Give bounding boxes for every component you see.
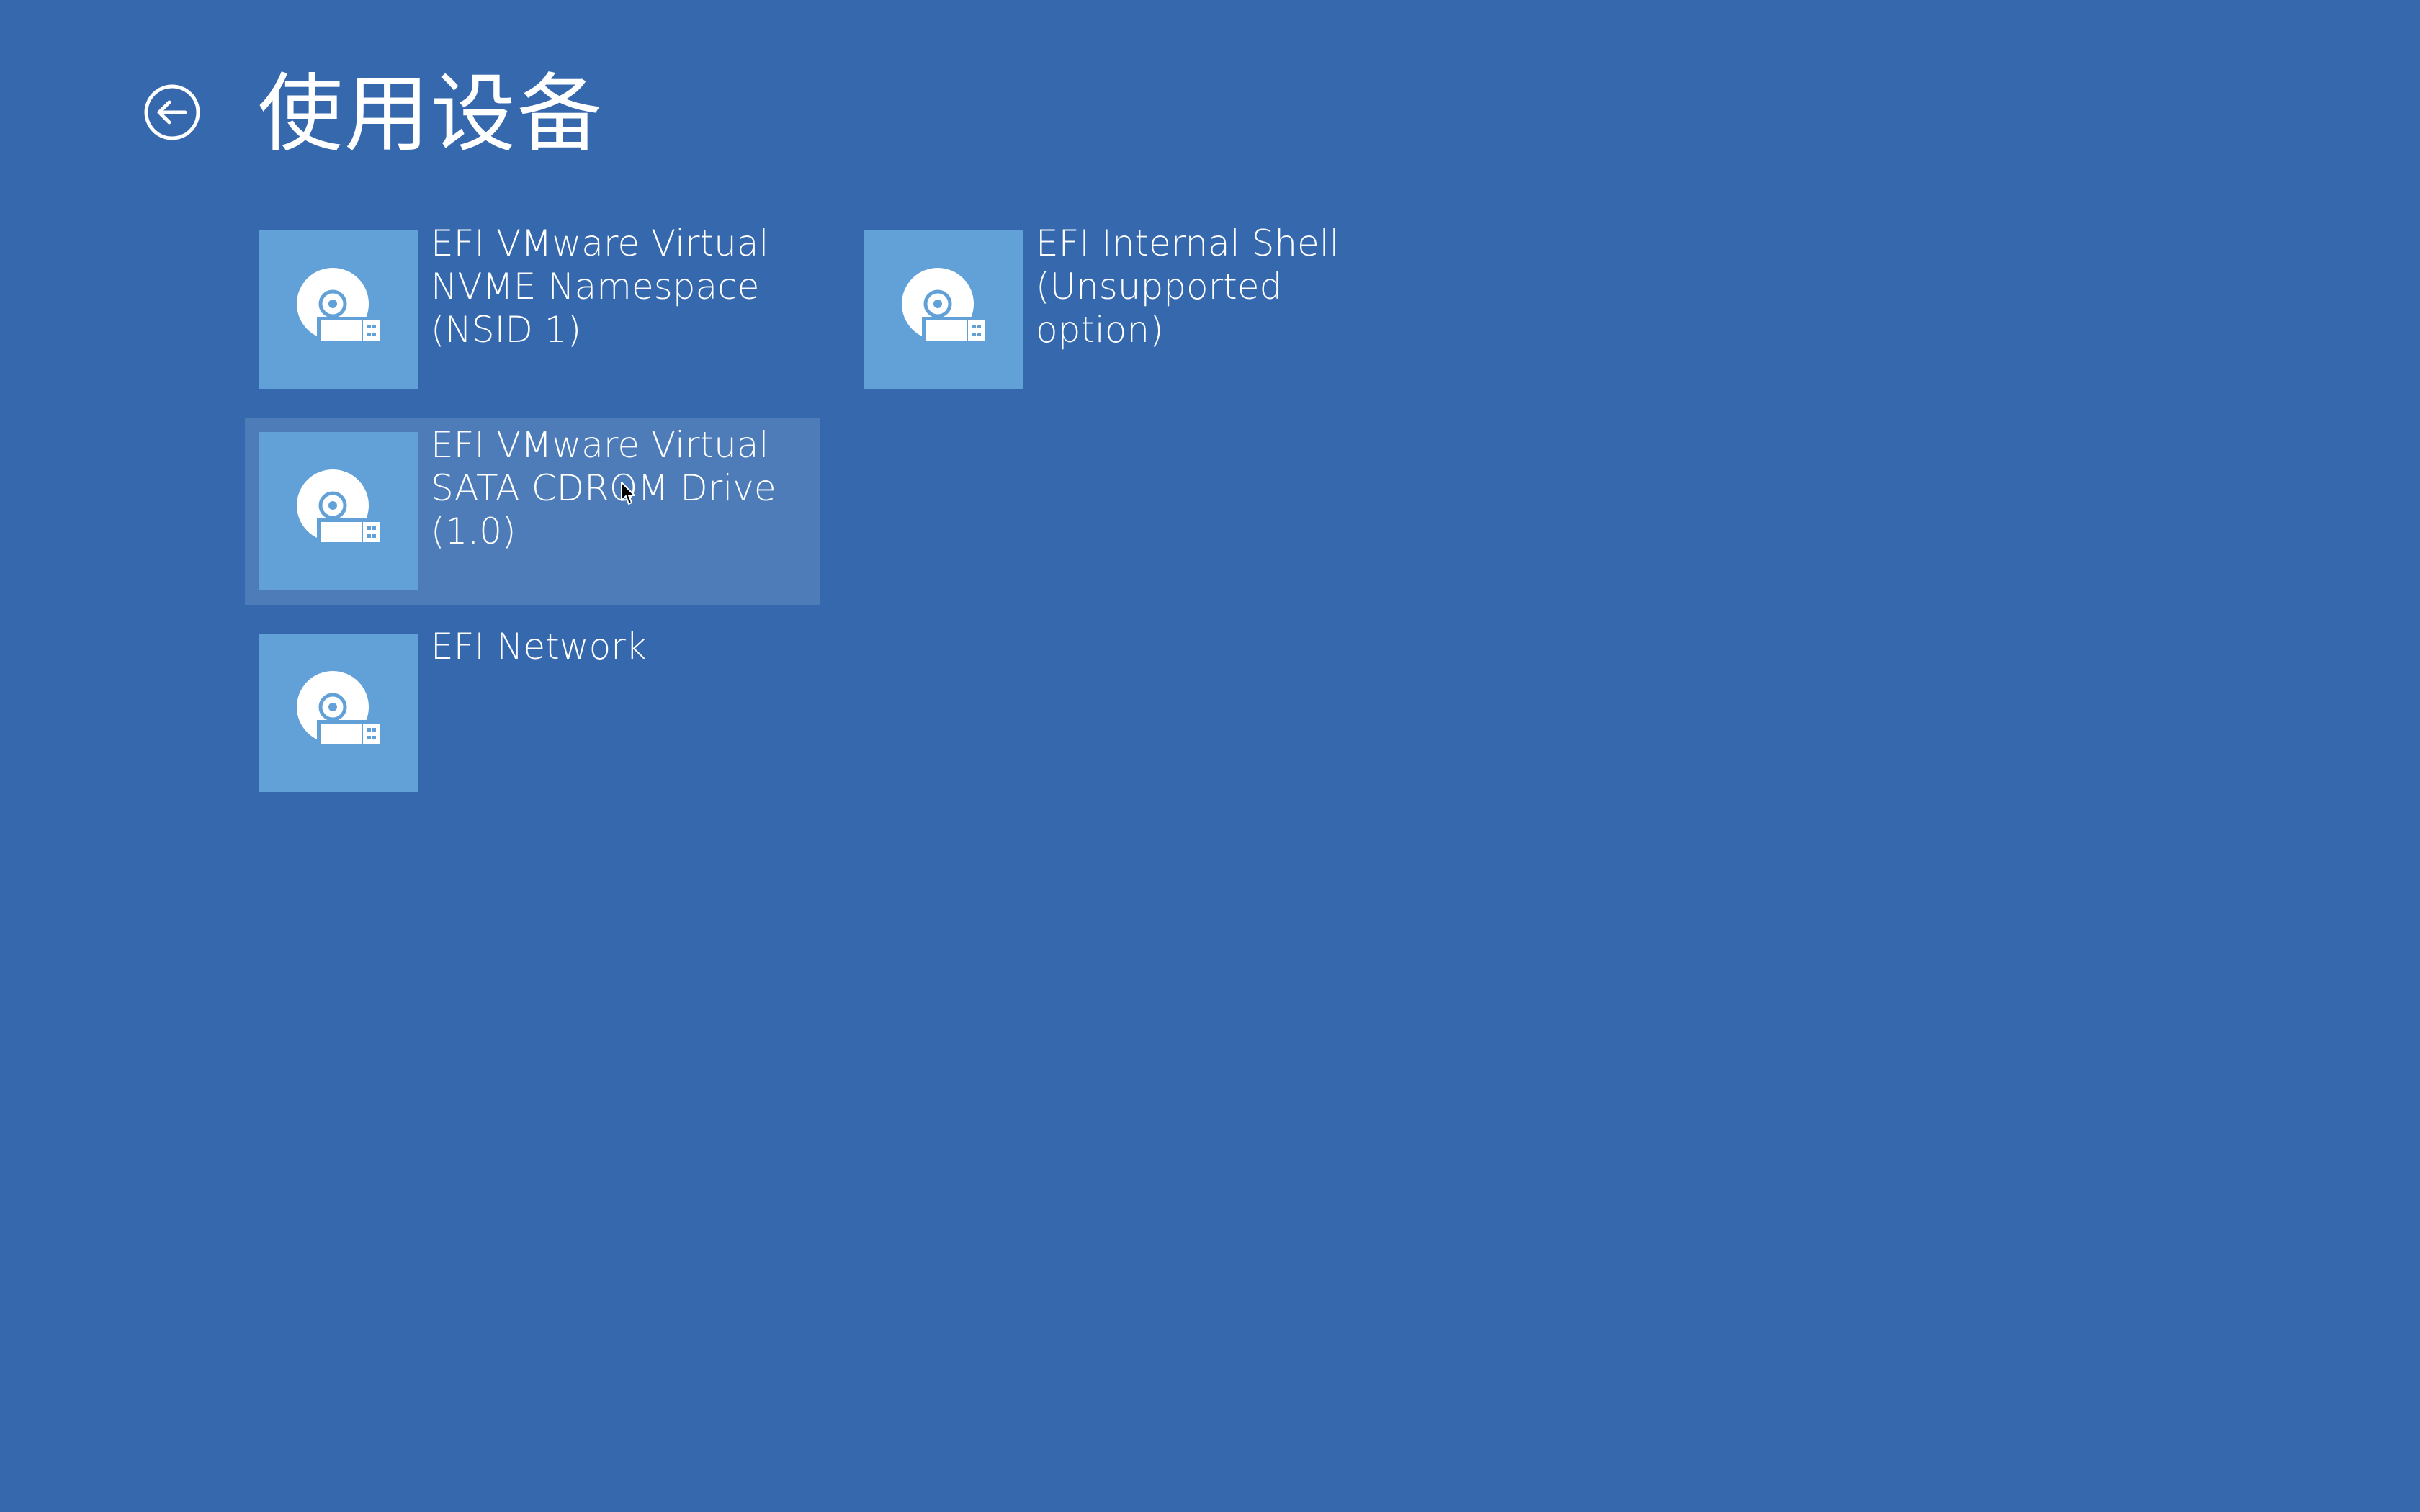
device-label: EFI VMware Virtual SATA CDROM Drive (1.0… bbox=[431, 424, 776, 552]
device-tile-icon-box bbox=[259, 230, 418, 389]
device-label: EFI Network bbox=[431, 626, 647, 667]
device-label: EFI Internal Shell (Unsupported option) bbox=[1036, 222, 1340, 351]
device-tile-cdrom[interactable]: EFI VMware Virtual SATA CDROM Drive (1.0… bbox=[245, 418, 820, 605]
device-tile-icon-box bbox=[259, 634, 418, 792]
device-tile-network[interactable]: EFI Network bbox=[245, 619, 820, 806]
device-label: EFI VMware Virtual NVME Namespace (NSID … bbox=[431, 222, 769, 351]
back-arrow-circle-icon bbox=[144, 84, 200, 140]
device-list: EFI VMware Virtual NVME Namespace (NSID … bbox=[0, 0, 2420, 1512]
device-tile-icon-box bbox=[259, 432, 418, 590]
usb-drive-disc-icon bbox=[297, 268, 382, 344]
back-button[interactable] bbox=[142, 82, 202, 143]
page-title: 使用设备 bbox=[258, 64, 604, 163]
device-tile-icon-box bbox=[864, 230, 1023, 389]
usb-drive-disc-icon bbox=[297, 671, 382, 747]
usb-drive-disc-icon bbox=[902, 268, 987, 344]
device-tile-internal-shell[interactable]: EFI Internal Shell (Unsupported option) bbox=[850, 216, 1425, 403]
device-tile-nvme[interactable]: EFI VMware Virtual NVME Namespace (NSID … bbox=[245, 216, 820, 403]
usb-drive-disc-icon bbox=[297, 469, 382, 546]
